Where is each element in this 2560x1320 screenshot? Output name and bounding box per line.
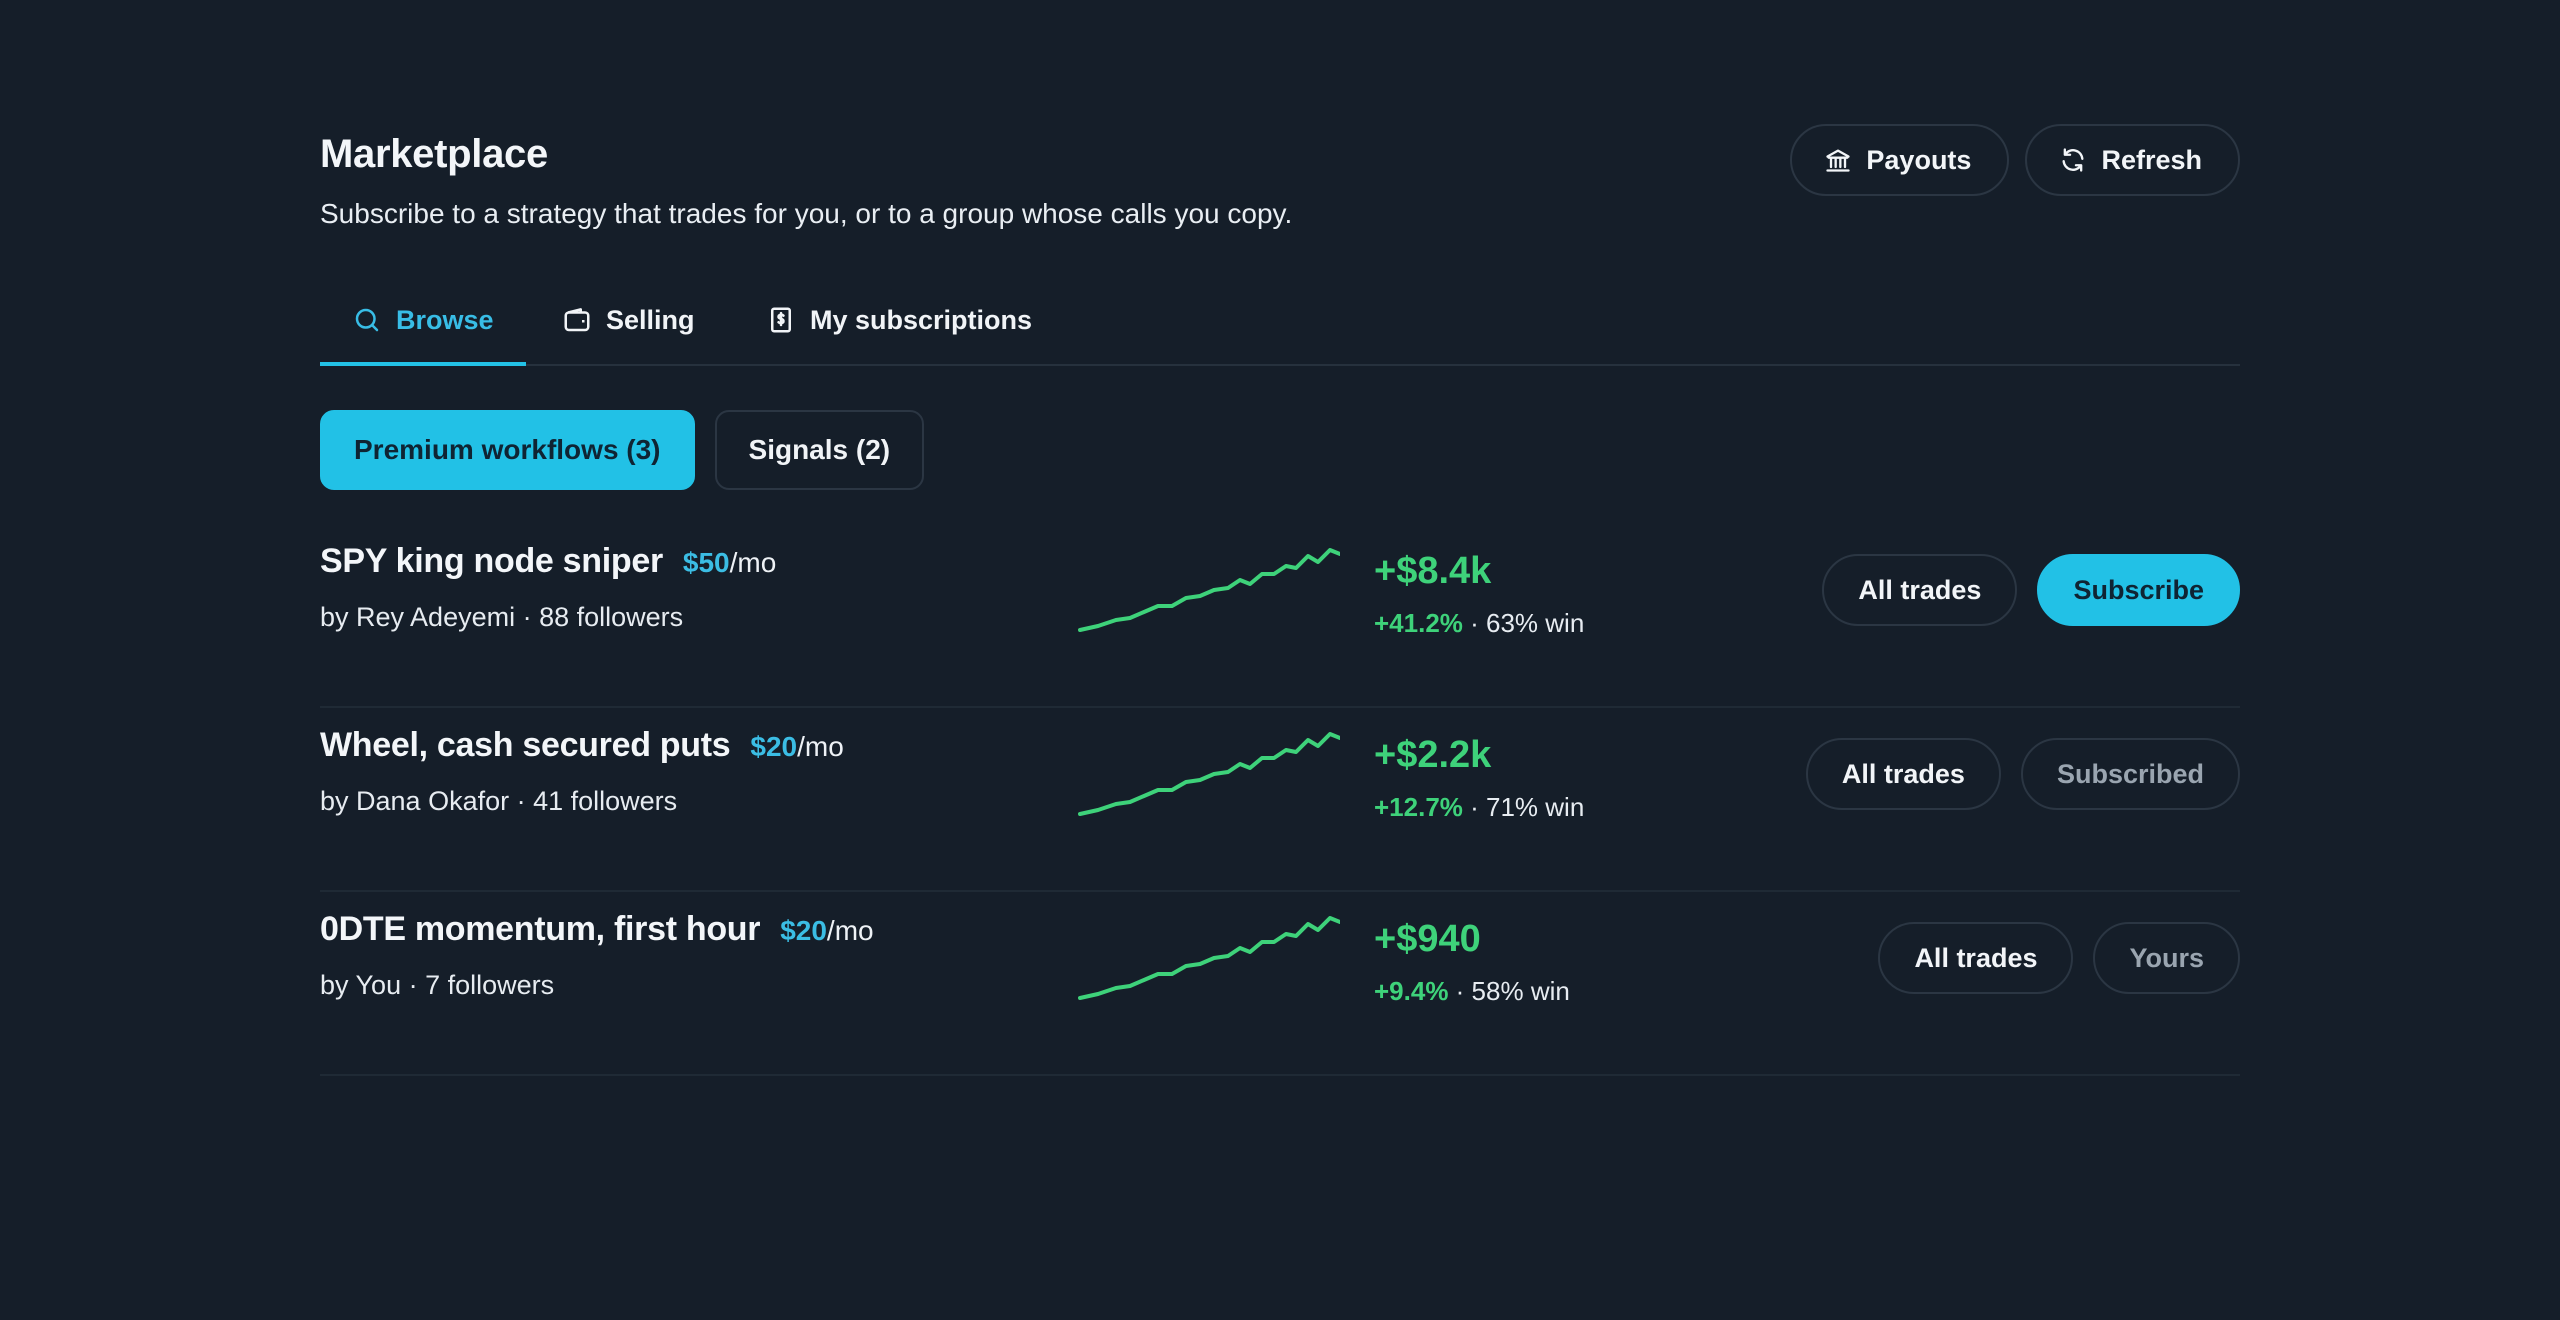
equity-sparkline [1078,916,1340,1000]
refresh-label: Refresh [2101,144,2202,175]
tab-browse[interactable]: Browse [352,274,494,366]
marketplace-page: Marketplace Subscribe to a strategy that… [0,0,2560,1320]
receipt-icon [771,307,791,333]
payouts-label: Payouts [1866,144,1972,175]
strategy-title-line: SPY king node sniper $50/mo [320,542,776,581]
strategy-actions: All trades Yours [1878,922,2240,994]
strategy-price: $50/mo [683,547,776,579]
all-trades-button[interactable]: All trades [1805,738,2001,810]
strategy-title-line: Wheel, cash secured puts $20/mo [320,726,844,765]
sparkline-path [1078,548,1340,632]
strategy-price: $20/mo [780,915,873,947]
all-trades-button[interactable]: All trades [1878,922,2074,994]
payouts-button[interactable]: Payouts [1790,124,2010,196]
main-container: Marketplace Subscribe to a strategy that… [320,124,2240,1076]
strategy-pnl: +$940 [1374,918,1481,960]
wallet-icon [564,308,590,332]
tab-my-subscriptions[interactable]: My subscriptions [766,274,1032,366]
header-actions: Payouts Refresh [1790,124,2240,196]
refresh-icon [2062,148,2084,172]
price-period: /mo [826,915,874,946]
filter-signals[interactable]: Signals (2) [714,410,925,490]
strategy-win-rate: · 63% win [1462,608,1585,638]
price-amount: $20 [750,731,798,762]
price-period: /mo [797,731,844,762]
equity-sparkline [1078,548,1340,632]
strategy-name[interactable]: Wheel, cash secured puts [320,726,731,765]
page-title: Marketplace [320,132,548,176]
filter-premium-workflows[interactable]: Premium workflows (3) [320,410,695,490]
price-period: /mo [729,547,777,578]
all-trades-button[interactable]: All trades [1822,554,2018,626]
search-icon [355,308,379,332]
subscribed-button[interactable]: Subscribed [2020,738,2240,810]
strategy-stats: +9.4% · 58% win [1374,976,1570,1007]
strategy-actions: All trades Subscribe [1822,554,2240,626]
strategy-return-pct: +9.4% [1374,976,1449,1006]
sparkline-path [1078,916,1340,1000]
refresh-button[interactable]: Refresh [2025,124,2240,196]
tab-label: My subscriptions [810,304,1033,335]
price-amount: $50 [682,547,730,578]
strategy-byline: by You · 7 followers [320,970,555,1000]
yours-button[interactable]: Yours [2093,922,2240,994]
strategy-pnl: +$2.2k [1374,734,1492,776]
bank-icon [1826,149,1851,172]
strategy-byline: by Dana Okafor · 41 followers [320,786,678,816]
strategy-name[interactable]: 0DTE momentum, first hour [320,910,761,949]
strategy-actions: All trades Subscribed [1805,738,2240,810]
strategy-list: SPY king node sniper $50/mo by Rey Adeye… [320,524,2240,1076]
tab-label: Browse [396,304,494,335]
subscribe-button[interactable]: Subscribe [2037,554,2240,626]
strategy-row: Wheel, cash secured puts $20/mo by Dana … [320,708,2240,892]
page-header: Marketplace Subscribe to a strategy that… [320,124,2240,274]
strategy-stats: +41.2% · 63% win [1374,608,1584,639]
strategy-pnl: +$8.4k [1374,550,1492,592]
strategy-name[interactable]: SPY king node sniper [320,542,663,581]
sparkline-path [1078,732,1340,816]
price-amount: $20 [780,915,827,946]
strategy-title-line: 0DTE momentum, first hour $20/mo [320,910,874,949]
tab-label: Selling [606,304,695,335]
strategy-row: SPY king node sniper $50/mo by Rey Adeye… [320,524,2240,708]
active-tab-indicator [320,362,526,366]
equity-sparkline [1078,732,1340,816]
strategy-win-rate: · 58% win [1448,976,1570,1006]
strategy-return-pct: +12.7% [1374,792,1463,822]
tab-bar: Browse Selling My subscriptions [320,274,2240,366]
strategy-row: 0DTE momentum, first hour $20/mo by You … [320,892,2240,1076]
strategy-return-pct: +41.2% [1374,608,1463,638]
page-subtitle: Subscribe to a strategy that trades for … [320,198,1293,229]
strategy-price: $20/mo [750,731,843,763]
strategy-stats: +12.7% · 71% win [1374,792,1584,823]
strategy-win-rate: · 71% win [1462,792,1585,822]
strategy-byline: by Rey Adeyemi · 88 followers [320,602,684,632]
tab-selling[interactable]: Selling [562,274,695,366]
filter-bar: Premium workflows (3) Signals (2) [320,410,925,490]
